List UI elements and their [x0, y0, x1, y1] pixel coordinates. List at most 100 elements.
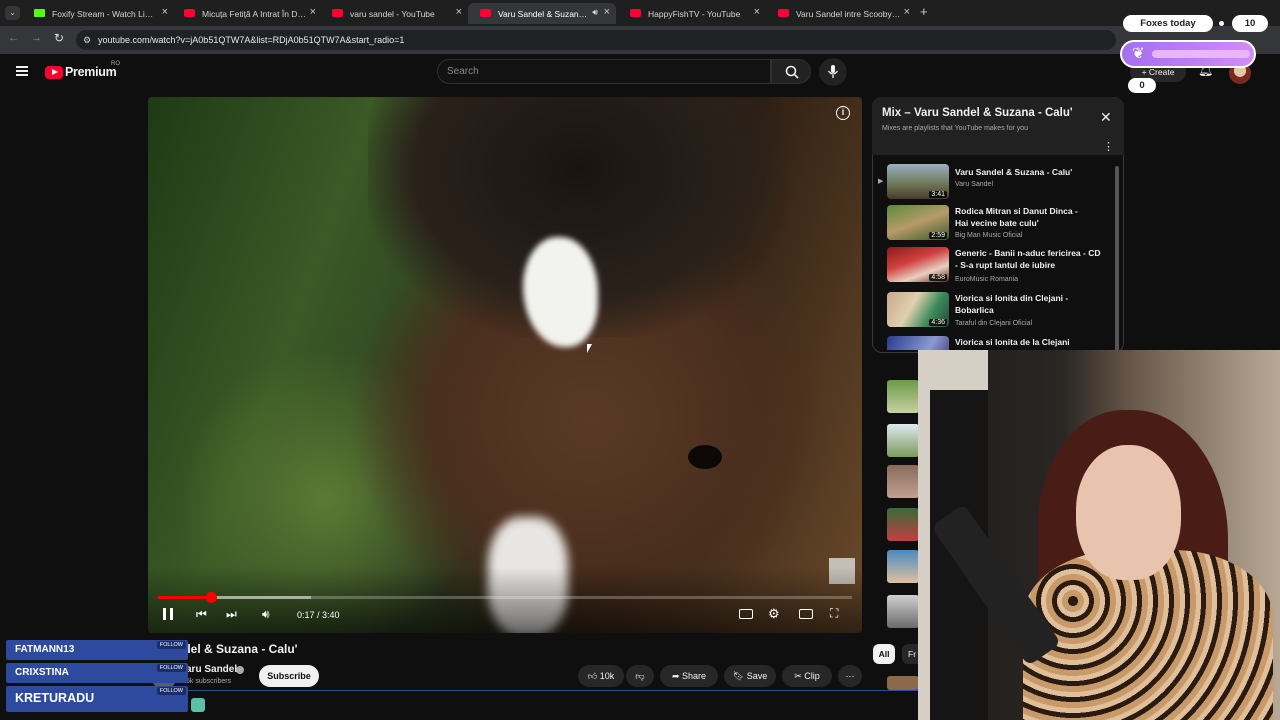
next-icon[interactable]: ⏭︎: [226, 607, 237, 622]
back-icon[interactable]: ←: [8, 32, 19, 44]
mouse-cursor: [587, 344, 592, 353]
tab-calu[interactable]: Varu Sandel & Suzana - Calu' 🔊︎ ×: [468, 3, 616, 24]
youtube-icon: [332, 9, 343, 17]
search-placeholder: Search: [447, 66, 479, 77]
new-tab-button[interactable]: +: [920, 4, 928, 19]
kick-icon: [34, 9, 45, 17]
playlist-thumbnail-small[interactable]: [887, 550, 919, 583]
playlist-thumbnail: [887, 336, 949, 350]
url-bar[interactable]: ⚙︎ youtube.com/watch?v=jA0b51QTW7A&list=…: [76, 30, 1116, 50]
clip-button[interactable]: ✂ Clip: [782, 665, 832, 687]
tab-happyfish[interactable]: HappyFishTV - YouTube ×: [618, 3, 766, 24]
playlist-thumbnail-small[interactable]: [887, 508, 919, 541]
site-info-icon[interactable]: ⚙︎: [83, 30, 91, 50]
more-actions-button[interactable]: ⋯: [838, 665, 862, 687]
tab-search-icon[interactable]: ⌄: [5, 6, 20, 20]
butterfly-icon: ❦: [1132, 45, 1145, 62]
channel-name[interactable]: aru Sandel: [186, 664, 237, 675]
region-code: RO: [111, 61, 120, 67]
now-playing-icon: ▶: [878, 178, 884, 185]
streamer-webcam: [918, 350, 1280, 720]
pause-icon[interactable]: [163, 608, 173, 620]
tab-micuta[interactable]: Micuța Fetiță A Intrat În Depresie ×: [172, 3, 322, 24]
reload-icon[interactable]: ↻: [54, 31, 64, 45]
foxes-today-count: 10: [1232, 15, 1268, 32]
close-icon[interactable]: ×: [904, 6, 910, 18]
youtube-play-icon: [45, 66, 63, 79]
share-button[interactable]: ➦ Share: [660, 665, 718, 687]
follower-alert: FATMANN13 FOLLOW: [6, 640, 188, 660]
youtube-icon: [480, 9, 491, 17]
scissors-icon: ✂: [794, 671, 805, 681]
follower-alert: KRETURADU FOLLOW: [6, 686, 188, 712]
playlist-more-icon[interactable]: ⋮: [1103, 140, 1114, 153]
filter-chip-all[interactable]: All: [873, 644, 895, 664]
volume-icon[interactable]: 🔊︎: [262, 607, 270, 622]
info-icon[interactable]: i: [836, 106, 850, 120]
url-text: youtube.com/watch?v=jA0b51QTW7A&list=RDj…: [98, 35, 405, 45]
miniplayer-icon[interactable]: [799, 609, 813, 619]
video-player[interactable]: i ⏮︎ ⏭︎ 🔊︎ 0:17 / 3:40 ⚙︎ ⛶: [148, 97, 862, 633]
bookmark-icon: 🔖︎: [732, 671, 747, 681]
playlist-thumbnail-small[interactable]: [887, 424, 919, 457]
follower-alert: CRIXSTINA FOLLOW: [6, 663, 188, 683]
playlist-thumbnail: 4:36: [887, 292, 949, 327]
webcam-streamer-face: [1076, 445, 1181, 580]
search-button[interactable]: [771, 59, 811, 84]
search-icon: [785, 65, 799, 79]
tab-scooby[interactable]: Varu Sandel intre Scooby Doo și ×: [766, 3, 916, 24]
video-title: ndel & Suzana - Calu': [176, 642, 298, 656]
previous-icon[interactable]: ⏮︎: [196, 607, 207, 622]
fullscreen-icon[interactable]: ⛶: [830, 606, 838, 621]
playlist-thumbnail-small[interactable]: [887, 595, 919, 628]
playlist-subtitle: Mixes are playlists that YouTube makes f…: [882, 125, 1029, 132]
youtube-icon: [630, 9, 641, 17]
playlist-header: Mix – Varu Sandel & Suzana - Calu' Mixes…: [872, 97, 1124, 155]
close-icon[interactable]: ×: [604, 6, 610, 18]
recommendation-thumbnail[interactable]: [887, 676, 919, 690]
close-icon[interactable]: ✕: [1100, 109, 1112, 126]
tab-foxify[interactable]: Foxify Stream - Watch Live on Kick ×: [22, 3, 174, 24]
voice-search-button[interactable]: [819, 58, 847, 86]
dislike-button[interactable]: 👎︎: [626, 665, 654, 687]
progress-bar[interactable]: [158, 592, 852, 603]
progress-fill: [158, 596, 212, 599]
youtube-icon: [184, 9, 195, 17]
tab-varu-sandel[interactable]: varu sandel - YouTube ×: [320, 3, 468, 24]
youtube-icon: [778, 9, 789, 17]
foxes-today-label: Foxes today: [1123, 15, 1213, 32]
close-icon[interactable]: ×: [310, 6, 316, 18]
playlist-thumbnail-small[interactable]: [887, 380, 919, 413]
forward-icon[interactable]: →: [31, 32, 42, 44]
time-display: 0:17 / 3:40: [297, 610, 340, 620]
playlist-item[interactable]: 4:36 Viorica si Ionita din Clejani - Bob…: [887, 292, 1117, 332]
save-button[interactable]: 🔖︎ Save: [724, 665, 776, 687]
playlist-item[interactable]: 2:59 Rodica Mitran si Danut Dinca - Hai …: [887, 205, 1117, 245]
stream-counter: 0: [1128, 78, 1156, 93]
plus-icon: +: [1141, 67, 1149, 77]
goal-bar-fill: [1152, 50, 1250, 58]
playlist-item[interactable]: Viorica si Ionita de la Clejani: [887, 336, 1117, 350]
share-icon: ➦: [671, 671, 682, 681]
close-icon[interactable]: ×: [456, 6, 462, 18]
settings-icon[interactable]: ⚙︎: [768, 606, 780, 622]
speaker-icon[interactable]: 🔊︎: [592, 7, 598, 18]
playlist-item[interactable]: 4:58 Generic - Banii n-aduc fericirea - …: [887, 247, 1117, 287]
discord-icon: [191, 698, 205, 712]
menu-icon[interactable]: [16, 66, 28, 76]
thumbs-down-icon: 👎︎: [635, 671, 645, 681]
browser-tab-strip: ⌄ Foxify Stream - Watch Live on Kick × M…: [0, 0, 1280, 26]
subtitles-icon[interactable]: [739, 609, 753, 619]
like-button[interactable]: 👍︎ 10k: [578, 665, 624, 687]
search-input[interactable]: Search: [437, 59, 771, 84]
close-icon[interactable]: ×: [754, 6, 760, 18]
close-icon[interactable]: ×: [162, 6, 168, 18]
butterfly-goal-bar: ❦: [1120, 40, 1256, 68]
playlist-thumbnail: 4:58: [887, 247, 949, 282]
logo-text: Premium: [65, 65, 117, 79]
playlist-thumbnail-small[interactable]: [887, 465, 919, 498]
subscribe-button[interactable]: Subscribe: [259, 665, 319, 687]
playlist-item[interactable]: ▶ 3:41 Varu Sandel & Suzana - Calu' Varu…: [878, 164, 1117, 204]
verified-icon: [236, 666, 244, 674]
subscriber-count: 5k subscribers: [186, 678, 232, 685]
